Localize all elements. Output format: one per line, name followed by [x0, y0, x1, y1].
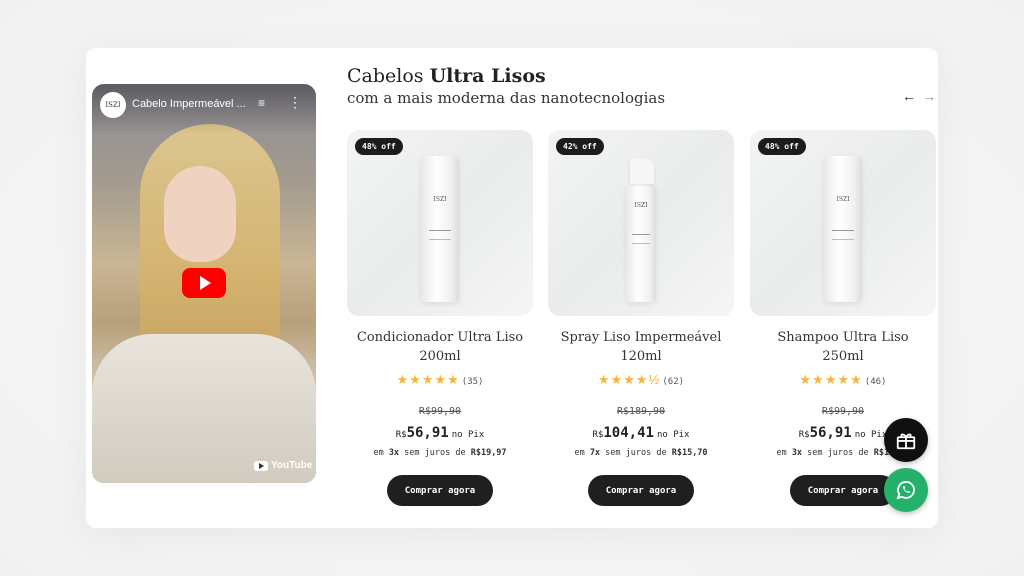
product-name[interactable]: Spray Liso Impermeável 120ml — [548, 328, 734, 366]
product-name[interactable]: Shampoo Ultra Liso 250ml — [750, 328, 936, 366]
spray-head — [630, 158, 654, 184]
youtube-logo[interactable]: YouTube — [254, 460, 312, 471]
install-mid: sem juros de — [600, 448, 672, 458]
install-count: 3x — [791, 448, 803, 458]
review-count: (62) — [662, 377, 685, 387]
install-prefix: em — [776, 448, 792, 458]
star-rating-icon: ★★★★★ — [799, 372, 863, 387]
product-card: ISZI 48% off Condicionador Ultra Liso 20… — [347, 130, 533, 520]
bottle-brand: ISZI — [634, 202, 648, 209]
page-title: Cabelos Ultra Lisos — [347, 64, 665, 88]
bottle-image: ISZI — [421, 156, 459, 302]
whatsapp-icon — [896, 481, 915, 500]
pix-label: no Pix — [451, 430, 485, 440]
product-card: ISZI 42% off Spray Liso Impermeável 120m… — [548, 130, 734, 520]
currency: R$ — [592, 430, 604, 440]
discount-badge: 42% off — [556, 138, 604, 155]
install-prefix: em — [373, 448, 389, 458]
bottle-label — [632, 234, 650, 244]
whatsapp-button[interactable] — [884, 468, 928, 512]
buy-button[interactable]: Comprar agora — [387, 475, 493, 506]
discount-badge: 48% off — [355, 138, 403, 155]
play-icon — [200, 276, 211, 290]
buy-button[interactable]: Comprar agora — [588, 475, 694, 506]
review-count: (35) — [461, 377, 484, 387]
gift-icon — [896, 433, 916, 450]
bottle-label — [832, 230, 854, 240]
install-mid: sem juros de — [399, 448, 471, 458]
bottle-image: ISZI — [824, 156, 862, 302]
bottle-label — [429, 230, 451, 240]
price-value: 56,91 — [406, 425, 449, 441]
product-name[interactable]: Condicionador Ultra Liso 200ml — [347, 328, 533, 366]
pix-price: R$56,91 no Pix — [347, 422, 533, 441]
video-title[interactable]: Cabelo Impermeável ... — [132, 98, 252, 110]
old-price: R$99,90 — [418, 406, 462, 417]
product-rating: ★★★★★ (46) — [750, 372, 936, 388]
title-bold: Ultra Lisos — [429, 65, 546, 87]
playlist-add-icon[interactable]: ≡ — [258, 96, 265, 110]
bottle-brand: ISZI — [433, 196, 447, 203]
installments: em 3x sem juros de R$19,97 — [347, 448, 533, 458]
section-heading: Cabelos Ultra Lisos com a mais moderna d… — [347, 64, 665, 108]
carousel-next-arrow-icon[interactable]: → — [922, 88, 936, 104]
carousel-prev-arrow-icon[interactable]: ← — [902, 88, 916, 104]
pix-price: R$104,41 no Pix — [548, 422, 734, 441]
youtube-logo-text: YouTube — [271, 460, 313, 471]
pix-label: no Pix — [854, 430, 888, 440]
install-value: R$19,97 — [470, 448, 507, 458]
pix-label: no Pix — [656, 430, 690, 440]
install-prefix: em — [574, 448, 590, 458]
play-button[interactable] — [182, 268, 226, 298]
gift-button[interactable] — [884, 418, 928, 462]
product-rating: ★★★★½ (62) — [548, 372, 734, 388]
bottle-brand: ISZI — [836, 196, 850, 203]
currency: R$ — [395, 430, 407, 440]
title-regular: Cabelos — [347, 65, 430, 87]
product-image[interactable]: ISZI 48% off — [347, 130, 533, 316]
install-mid: sem juros de — [802, 448, 874, 458]
video-player[interactable]: ISZI Cabelo Impermeável ... ≡ ⋮ YouTube — [92, 84, 316, 483]
discount-badge: 48% off — [758, 138, 806, 155]
old-price: R$99,90 — [821, 406, 865, 417]
price-value: 56,91 — [809, 425, 852, 441]
product-image[interactable]: ISZI 42% off — [548, 130, 734, 316]
price-value: 104,41 — [603, 425, 654, 441]
install-count: 3x — [388, 448, 400, 458]
product-section: ISZI Cabelo Impermeável ... ≡ ⋮ YouTube … — [86, 48, 938, 528]
install-count: 7x — [589, 448, 601, 458]
more-vertical-icon[interactable]: ⋮ — [288, 94, 302, 111]
old-price: R$189,90 — [616, 406, 666, 417]
product-rating: ★★★★★ (35) — [347, 372, 533, 388]
youtube-icon — [254, 460, 268, 471]
star-rating-icon: ★★★★★ — [396, 372, 460, 387]
installments: em 7x sem juros de R$15,70 — [548, 448, 734, 458]
install-value: R$15,70 — [671, 448, 708, 458]
page-subtitle: com a mais moderna das nanotecnologias — [347, 89, 666, 107]
bottle-image: ISZI — [626, 184, 656, 302]
channel-avatar[interactable]: ISZI — [100, 92, 126, 118]
buy-button[interactable]: Comprar agora — [790, 475, 896, 506]
currency: R$ — [798, 430, 810, 440]
star-rating-icon: ★★★★½ — [597, 372, 661, 387]
review-count: (46) — [864, 377, 887, 387]
product-image[interactable]: ISZI 48% off — [750, 130, 936, 316]
video-thumbnail-face — [164, 166, 236, 262]
